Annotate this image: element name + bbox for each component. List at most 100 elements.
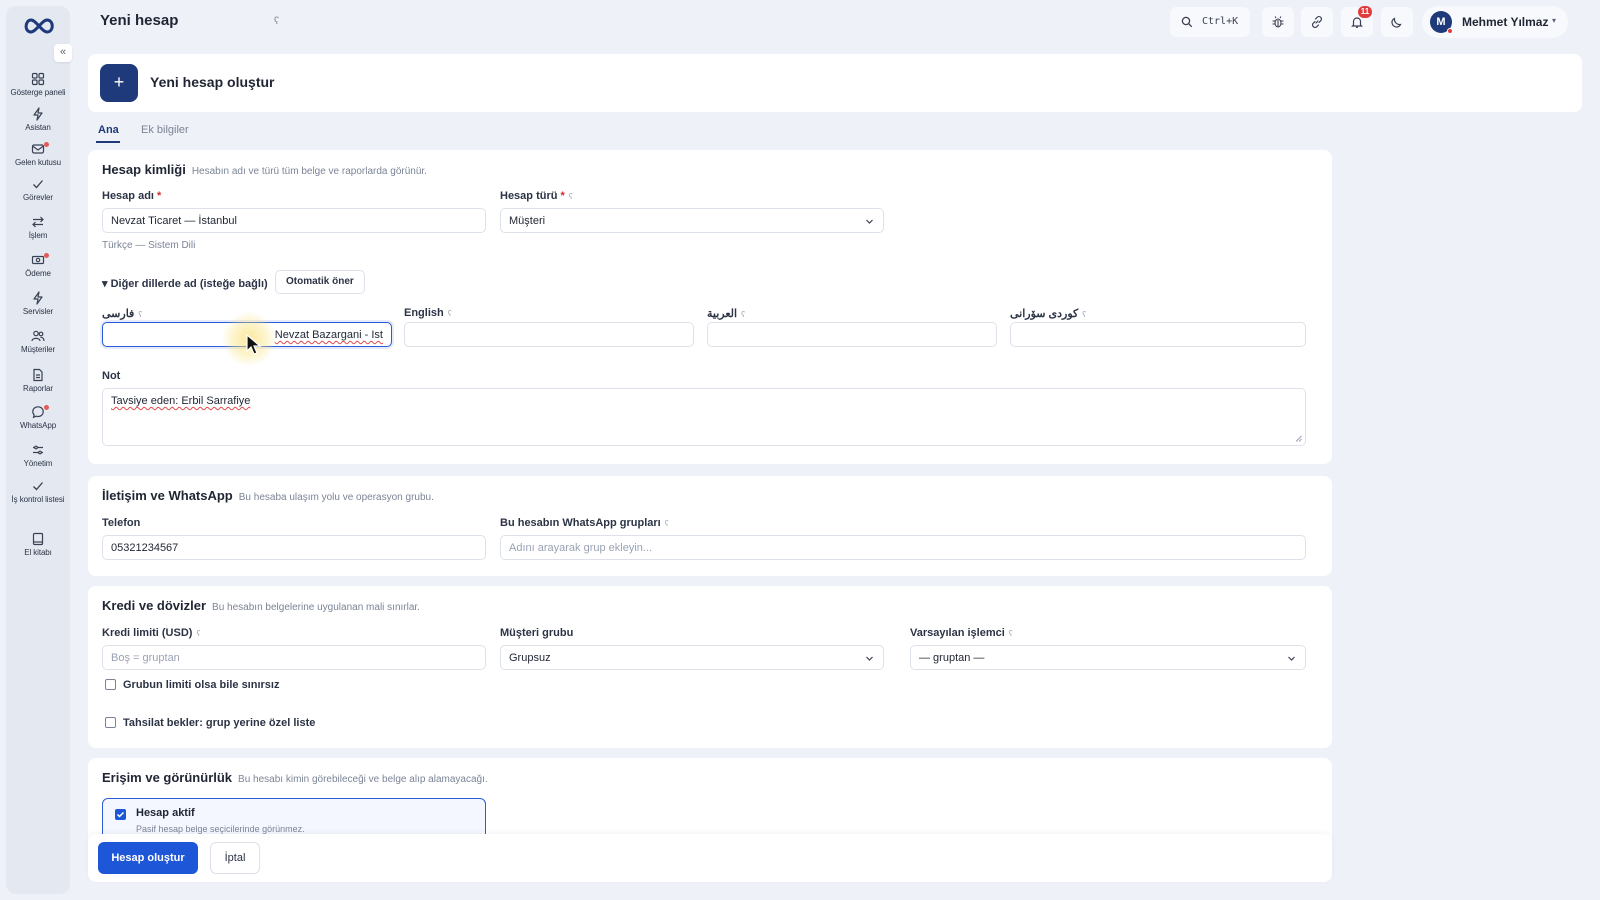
field-label: Not xyxy=(102,370,121,382)
sidebar-item-label: Yönetim xyxy=(23,459,53,468)
sidebar-item-services[interactable]: Servisler xyxy=(6,291,70,316)
sidebar: « Gösterge paneli Asistan Gelen kutusu G… xyxy=(6,6,72,894)
sidebar-item-reports[interactable]: Raporlar xyxy=(6,368,70,393)
check-icon xyxy=(116,811,125,818)
collection-checkbox[interactable]: Tahsilat bekler: grup yerine özel liste xyxy=(105,717,315,729)
cash-icon xyxy=(31,255,45,265)
sidebar-item-label: WhatsApp xyxy=(19,421,57,430)
search-shortcut: Ctrl+K xyxy=(1202,16,1239,27)
kurdish-name-input[interactable] xyxy=(1010,322,1306,347)
tab-main[interactable]: Ana xyxy=(96,124,121,136)
sidebar-item-label: Raporlar xyxy=(23,384,53,393)
sidebar-item-assistant[interactable]: Asistan xyxy=(6,107,70,132)
sidebar-item-checklist[interactable]: İş kontrol listesi xyxy=(6,479,70,504)
notifications-button[interactable]: 11 xyxy=(1341,6,1373,37)
report-icon xyxy=(33,368,43,382)
active-hint: Pasif hesap belge seçicilerinde görünmez… xyxy=(136,824,305,834)
chevron-down-icon: ▾ xyxy=(1552,16,1557,25)
field-label: Müşteri grubu xyxy=(500,627,574,639)
field-hint: Türkçe — Sistem Dili xyxy=(102,240,196,251)
bolt-icon xyxy=(33,291,43,305)
field-label: Varsayılan işlemci ʕ xyxy=(910,627,1013,639)
sidebar-item-tasks[interactable]: Görevler xyxy=(6,177,70,202)
whatsapp-groups-input[interactable]: Adını arayarak grup ekleyin... xyxy=(500,535,1306,560)
sidebar-item-label: El kitabı xyxy=(24,548,52,557)
theme-toggle-button[interactable] xyxy=(1381,7,1413,37)
top-bar: Yeni hesap ʕ Ctrl+K 11 M Mehmet Yılmaz ▾ xyxy=(88,0,1582,44)
sidebar-item-inbox[interactable]: Gelen kutusu xyxy=(6,142,70,167)
auto-suggest-button[interactable]: Otomatik öner xyxy=(275,270,365,294)
link-button[interactable] xyxy=(1301,7,1333,37)
identity-card: Hesap kimliği Hesabın adı ve türü tüm bel… xyxy=(88,150,1332,464)
form-footer: Hesap oluştur İptal xyxy=(88,834,1332,882)
other-languages-toggle[interactable]: ▾ Diğer dillerde ad (isteğe bağlı) xyxy=(102,277,268,290)
section-subtitle: Hesabın adı ve türü tüm belge ve raporla… xyxy=(191,166,427,177)
phone-input[interactable]: 05321234567 xyxy=(102,535,486,560)
bug-report-button[interactable] xyxy=(1262,7,1294,37)
grid-icon xyxy=(31,72,45,86)
field-label: كوردى سۆرانى ʕ xyxy=(1010,308,1087,320)
resize-handle-icon[interactable] xyxy=(1295,435,1302,442)
create-account-button[interactable]: Hesap oluştur xyxy=(98,842,198,874)
search-button[interactable]: Ctrl+K xyxy=(1170,7,1250,37)
cancel-button[interactable]: İptal xyxy=(210,842,260,874)
arabic-name-input[interactable] xyxy=(707,322,997,347)
sidebar-item-payment[interactable]: Ödeme xyxy=(6,253,70,278)
infinity-logo-icon[interactable] xyxy=(22,16,56,36)
credit-card: Kredi ve dövizler Bu hesabın belgelerine … xyxy=(88,586,1332,748)
info-icon[interactable]: ʕ xyxy=(274,16,279,27)
note-textarea[interactable]: Tavsiye eden: Erbil Sarrafiye xyxy=(102,388,1306,446)
field-label: Bu hesabın WhatsApp grupları ʕ xyxy=(500,517,669,529)
field-label: فارسی ʕ xyxy=(102,308,143,320)
chevron-down-icon xyxy=(866,219,873,224)
checkbox-checked[interactable] xyxy=(115,809,126,820)
field-label: Hesap adı * xyxy=(102,190,162,202)
chevron-down-icon xyxy=(1288,656,1295,661)
section-title: Erişim ve görünürlük Bu hesabı kimin göre… xyxy=(102,770,488,785)
mouse-cursor-icon xyxy=(246,334,262,355)
sidebar-item-label: Görevler xyxy=(23,193,53,202)
check-icon xyxy=(33,482,43,491)
active-label: Hesap aktif xyxy=(136,807,195,819)
sidebar-item-label: Gösterge paneli xyxy=(10,88,66,97)
sidebar-item-label: İş kontrol listesi xyxy=(11,495,65,504)
field-label: Kredi limiti (USD) ʕ xyxy=(102,627,201,639)
sidebar-item-label: Gelen kutusu xyxy=(15,158,61,167)
section-title: İletişim ve WhatsApp Bu hesaba ulaşım yol… xyxy=(102,488,434,503)
notification-dot xyxy=(44,405,49,410)
sidebar-item-handbook[interactable]: El kitabı xyxy=(6,532,70,557)
sidebar-item-label: Servisler xyxy=(22,307,54,316)
checkbox[interactable] xyxy=(105,717,116,728)
page-title: Yeni hesap xyxy=(100,12,179,29)
section-title: Hesap kimliği Hesabın adı ve türü tüm bel… xyxy=(102,162,427,177)
moon-icon xyxy=(1391,17,1402,28)
english-name-input[interactable] xyxy=(404,322,694,347)
arrows-icon xyxy=(32,216,44,228)
users-icon xyxy=(31,330,45,342)
default-processor-select[interactable]: — gruptan — xyxy=(910,645,1306,670)
account-name-input[interactable]: Nevzat Ticaret — İstanbul xyxy=(102,208,486,233)
tab-extra-info[interactable]: Ek bilgiler xyxy=(139,124,191,136)
page-banner: + Yeni hesap oluştur xyxy=(88,54,1582,112)
collapse-sidebar-button[interactable]: « xyxy=(54,44,72,62)
section-subtitle: Bu hesaba ulaşım yolu ve operasyon grubu… xyxy=(238,492,434,503)
sidebar-item-label: Müşteriler xyxy=(20,345,56,354)
unlimited-checkbox[interactable]: Grubun limiti olsa bile sınırsız xyxy=(105,679,279,691)
notification-dot xyxy=(44,142,49,147)
checkbox[interactable] xyxy=(105,679,116,690)
search-icon xyxy=(1181,16,1193,28)
sidebar-item-management[interactable]: Yönetim xyxy=(6,443,70,468)
sidebar-item-label: Asistan xyxy=(25,123,51,132)
account-type-select[interactable]: Müşteri xyxy=(500,208,884,233)
credit-limit-input[interactable]: Boş = gruptan xyxy=(102,645,486,670)
sidebar-item-transaction[interactable]: İşlem xyxy=(6,215,70,240)
sidebar-item-dashboard[interactable]: Gösterge paneli xyxy=(6,72,70,97)
user-menu[interactable]: M Mehmet Yılmaz ▾ xyxy=(1422,6,1568,38)
chevron-down-icon xyxy=(866,656,873,661)
sidebar-item-whatsapp[interactable]: WhatsApp xyxy=(6,405,70,430)
field-label: English ʕ xyxy=(404,307,452,319)
sidebar-item-customers[interactable]: Müşteriler xyxy=(6,329,70,354)
user-name: Mehmet Yılmaz xyxy=(1462,15,1549,29)
section-title: Kredi ve dövizler Bu hesabın belgelerine … xyxy=(102,598,420,613)
customer-group-select[interactable]: Grupsuz xyxy=(500,645,884,670)
